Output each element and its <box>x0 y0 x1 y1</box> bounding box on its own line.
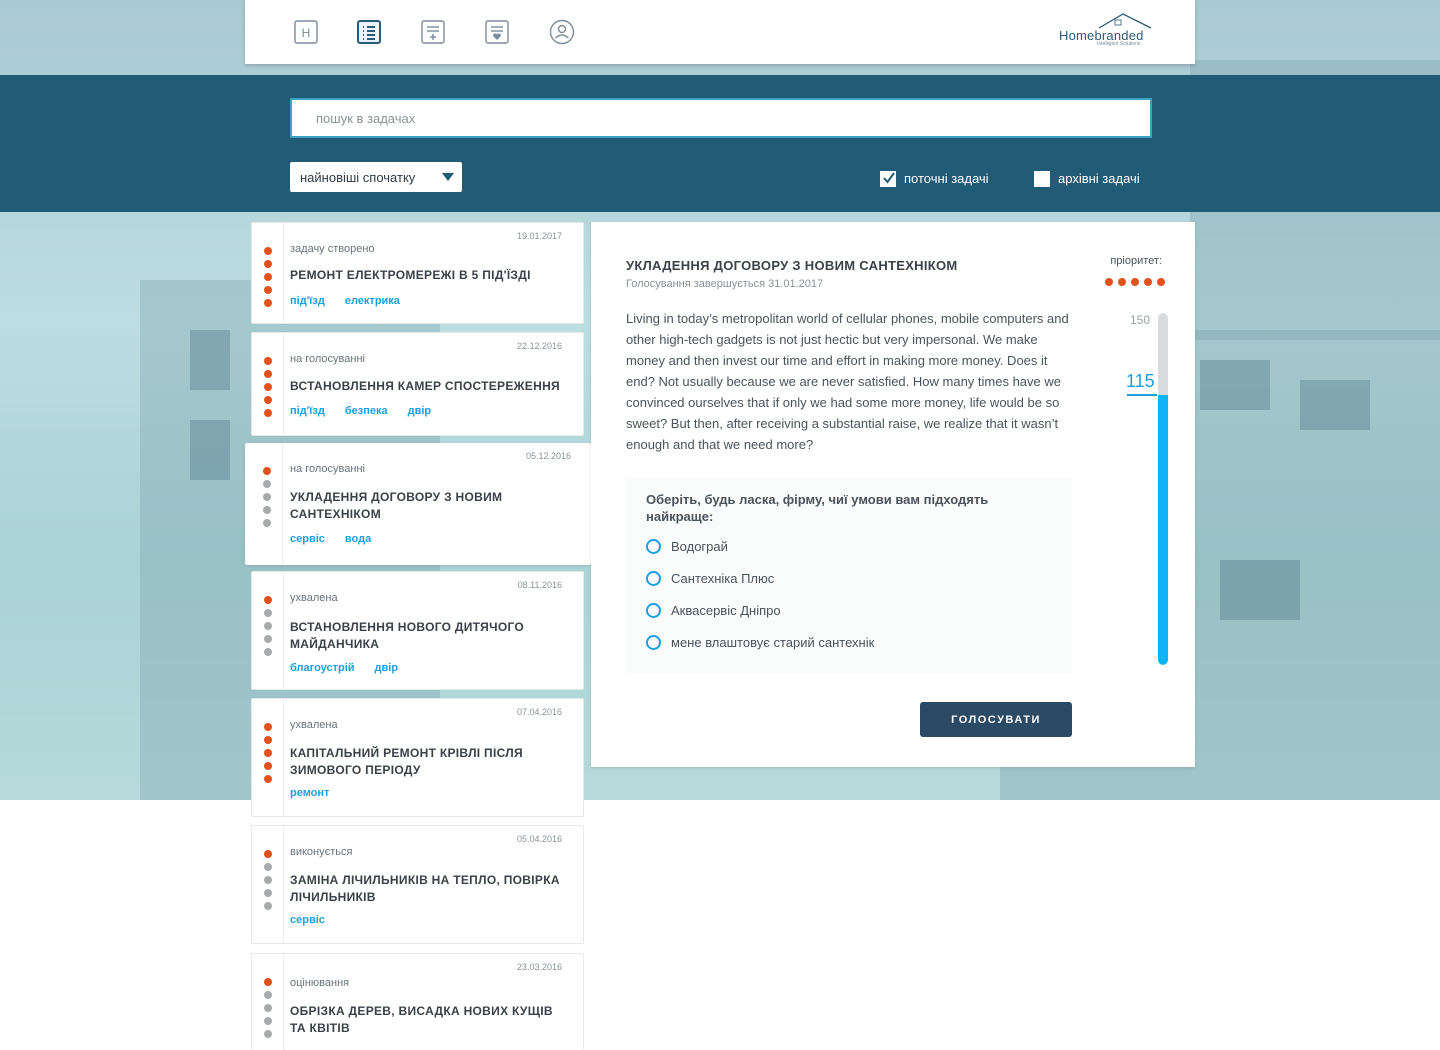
task-title: УКЛАДЕННЯ ДОГОВОРУ З НОВИМ САНТЕХНІКОМ <box>290 490 503 521</box>
task-status: оцінювання <box>290 977 350 989</box>
priority-dots <box>264 978 272 1043</box>
task-title: ВСТАНОВЛЕННЯ НОВОГО ДИТЯЧОГО МАЙДАНЧИКА <box>290 620 525 651</box>
task-status: задачу створено <box>290 243 375 255</box>
tag[interactable]: сервіс <box>290 914 325 926</box>
search-box <box>290 98 1152 138</box>
poll-option-label: Водограй <box>671 539 728 554</box>
tag[interactable]: двір <box>408 405 432 417</box>
task-status: ухвалена <box>290 592 338 604</box>
tag[interactable]: благоустрій <box>290 662 355 674</box>
task-title: ЗАМІНА ЛІЧИЛЬНИКІВ НА ТЕПЛО, ПОВІРКА ЛІЧ… <box>290 873 560 904</box>
chevron-down-icon <box>442 173 454 181</box>
tag[interactable]: ремонт <box>290 787 329 799</box>
task-date: 05.04.2016 <box>516 834 562 844</box>
home-h-icon[interactable]: H <box>293 19 319 45</box>
task-date: 23.03.2016 <box>516 962 562 972</box>
task-card[interactable]: 22.12.2016 на голосуванні ВСТАНОВЛЕННЯ К… <box>251 332 584 436</box>
priority-dots <box>264 357 272 422</box>
radio-button[interactable] <box>646 635 661 650</box>
tag[interactable]: електрика <box>345 295 400 307</box>
priority-dots <box>264 723 272 788</box>
priority-dots <box>264 596 272 661</box>
profile-icon[interactable] <box>549 19 575 45</box>
task-date: 07.04.2016 <box>516 707 562 717</box>
poll-question: Оберіть, будь ласка, фірму, чиї умови ва… <box>646 492 989 524</box>
task-tags: ремонт <box>290 787 349 799</box>
sort-selected: найновіші спочатку <box>300 170 416 185</box>
task-tags: сервіс <box>290 914 345 926</box>
voting-deadline: Голосування завершується 31.01.2017 <box>626 278 824 290</box>
poll-option[interactable]: мене влаштовує старий сантехнік <box>646 634 906 652</box>
poll-option[interactable]: Сантехніка Плюс <box>646 570 846 588</box>
votes-progress-fill <box>1158 395 1168 665</box>
votes-marker <box>1127 394 1157 396</box>
task-card[interactable]: 19.01.2017 задачу створено РЕМОНТ ЕЛЕКТР… <box>251 222 584 324</box>
task-date: 08.11.2016 <box>517 580 562 590</box>
task-card[interactable]: 23.03.2016 оцінювання ОБРІЗКА ДЕРЕВ, ВИС… <box>251 953 584 1050</box>
task-tags: сервіс вода <box>290 533 391 545</box>
current-tasks-label: поточні задачі <box>904 171 989 186</box>
task-card[interactable]: 07.04.2016 ухвалена КАПІТАЛЬНИЙ РЕМОНТ К… <box>251 698 584 817</box>
task-date: 05.12.2016 <box>525 451 571 461</box>
brand-logo[interactable]: Homebranded Intelligent Solutions <box>1059 12 1151 48</box>
votes-current: 115 <box>1126 371 1155 391</box>
priority-dots <box>264 850 272 915</box>
task-date: 19.01.2017 <box>516 231 562 241</box>
task-detail-panel: УКЛАДЕННЯ ДОГОВОРУ З НОВИМ САНТЕХНІКОМ Г… <box>591 222 1195 767</box>
radio-button[interactable] <box>646 571 661 586</box>
task-title: ОБРІЗКА ДЕРЕВ, ВИСАДКА НОВИХ КУЩІВ ТА КВ… <box>290 1004 553 1035</box>
task-card[interactable]: 08.11.2016 ухвалена ВСТАНОВЛЕННЯ НОВОГО … <box>251 571 584 690</box>
search-input[interactable] <box>292 100 1150 136</box>
task-date: 22.12.2016 <box>516 341 562 351</box>
radio-button[interactable] <box>646 603 661 618</box>
priority-label: пріоритет: <box>1110 255 1162 267</box>
add-task-icon[interactable] <box>420 19 446 45</box>
task-status: виконується <box>290 846 353 858</box>
poll-option-label: Аквасервіс Дніпро <box>671 603 781 618</box>
tag[interactable]: під'їзд <box>290 405 325 417</box>
task-title: КАПІТАЛЬНИЙ РЕМОНТ КРІВЛІ ПІСЛЯ ЗИМОВОГО… <box>290 746 523 777</box>
sort-dropdown[interactable]: найновіші спочатку <box>290 162 462 192</box>
tag[interactable]: сервіс <box>290 533 325 545</box>
task-tags: благоустрій двір <box>290 662 418 674</box>
tag[interactable]: безпека <box>345 405 388 417</box>
task-status: ухвалена <box>290 719 338 731</box>
priority-dots <box>263 467 271 532</box>
priority-dots <box>1100 273 1165 291</box>
checkmark-icon <box>883 172 895 184</box>
filter-band: найновіші спочатку поточні задачі архівн… <box>0 75 1440 212</box>
poll-option-label: Сантехніка Плюс <box>671 571 775 586</box>
poll-option[interactable]: Водограй <box>646 538 846 556</box>
priority-dots <box>264 247 272 312</box>
task-title: РЕМОНТ ЕЛЕКТРОМЕРЕЖІ В 5 ПІД'ЇЗДІ <box>290 268 531 282</box>
task-card[interactable]: 05.04.2016 виконується ЗАМІНА ЛІЧИЛЬНИКІ… <box>251 825 584 944</box>
radio-button[interactable] <box>646 539 661 554</box>
votes-progress-bar <box>1158 313 1168 665</box>
detail-title: УКЛАДЕННЯ ДОГОВОРУ З НОВИМ САНТЕХНІКОМ <box>626 258 958 273</box>
checkbox-box <box>1034 171 1050 187</box>
task-list-icon[interactable] <box>356 19 382 45</box>
tag[interactable]: вода <box>345 533 371 545</box>
task-card-selected[interactable]: 05.12.2016 на голосуванні УКЛАДЕННЯ ДОГО… <box>245 443 591 565</box>
brand-tagline: Intelligent Solutions <box>1097 41 1141 47</box>
favorites-list-icon[interactable] <box>484 19 510 45</box>
vote-button[interactable]: ГОЛОСУВАТИ <box>920 702 1072 737</box>
detail-description: Living in today’s metropolitan world of … <box>626 311 1069 452</box>
task-title: ВСТАНОВЛЕННЯ КАМЕР СПОСТЕРЕЖЕННЯ <box>290 379 560 393</box>
task-tags: під'їзд електрика <box>290 295 420 307</box>
tag[interactable]: під'їзд <box>290 295 325 307</box>
top-navigation: H Homebranded Intelligent Solutions <box>245 0 1195 64</box>
tag[interactable]: двір <box>375 662 399 674</box>
archive-tasks-checkbox[interactable]: архівні задачі <box>1034 170 1154 188</box>
poll: Оберіть, будь ласка, фірму, чиї умови ва… <box>626 477 1072 673</box>
poll-option[interactable]: Аквасервіс Дніпро <box>646 602 846 620</box>
task-status: на голосуванні <box>290 463 365 475</box>
archive-tasks-label: архівні задачі <box>1058 171 1140 186</box>
current-tasks-checkbox[interactable]: поточні задачі <box>880 170 1010 188</box>
task-tags: під'їзд безпека двір <box>290 405 451 417</box>
votes-max: 150 <box>1130 313 1151 327</box>
task-status: на голосуванні <box>290 353 365 365</box>
svg-text:H: H <box>302 26 311 40</box>
poll-option-label: мене влаштовує старий сантехнік <box>671 635 875 650</box>
